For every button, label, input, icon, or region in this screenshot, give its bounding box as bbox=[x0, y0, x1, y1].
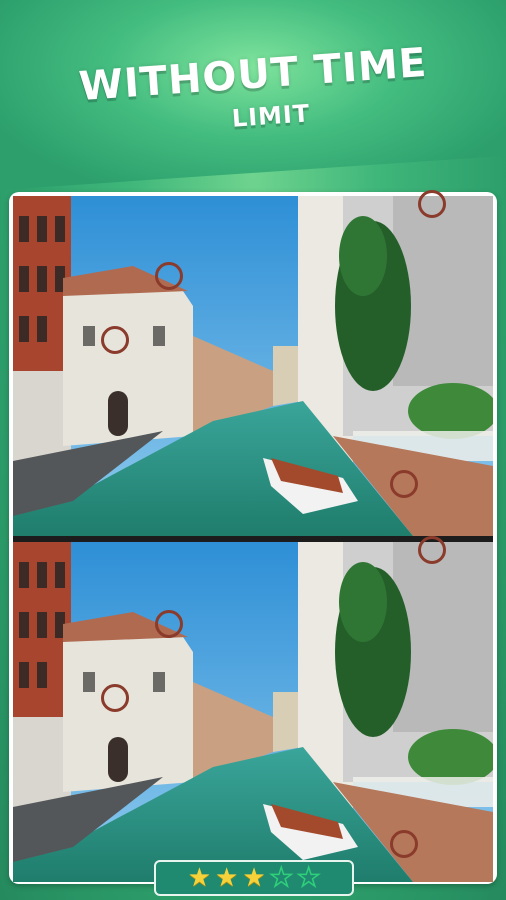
venice-canal-scene-bottom bbox=[13, 542, 493, 882]
star-filled-icon: ★ bbox=[242, 863, 266, 893]
top-image[interactable] bbox=[13, 196, 493, 536]
star-filled-icon: ★ bbox=[215, 863, 239, 893]
difference-marker[interactable] bbox=[390, 830, 418, 858]
difference-marker[interactable] bbox=[155, 610, 183, 638]
difference-marker[interactable] bbox=[101, 326, 129, 354]
star-empty-icon: ★ bbox=[296, 863, 321, 893]
difference-marker[interactable] bbox=[418, 190, 446, 218]
venice-canal-scene-top bbox=[13, 196, 493, 536]
difference-marker[interactable] bbox=[390, 470, 418, 498]
difference-marker[interactable] bbox=[155, 262, 183, 290]
difference-marker[interactable] bbox=[101, 684, 129, 712]
difference-marker[interactable] bbox=[418, 536, 446, 564]
star-empty-icon: ★ bbox=[269, 863, 294, 893]
star-rating-bar: ★ ★ ★ ★ ★ bbox=[154, 860, 354, 896]
star-filled-icon: ★ bbox=[187, 863, 212, 893]
bottom-image[interactable] bbox=[13, 542, 493, 882]
